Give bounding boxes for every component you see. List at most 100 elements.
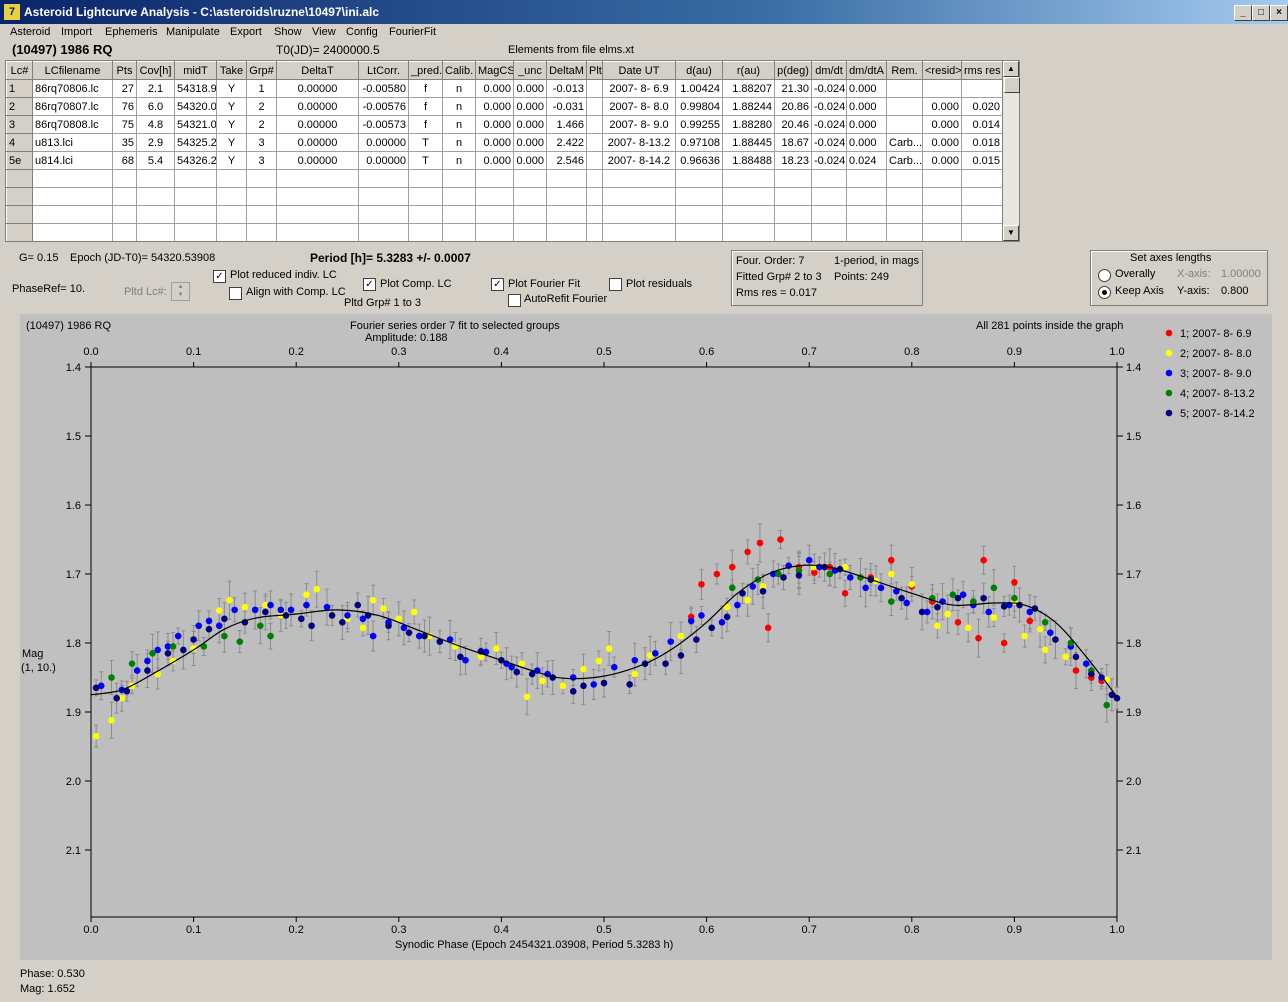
plot-area[interactable]	[90, 366, 1118, 918]
data-point[interactable]	[964, 624, 972, 632]
data-point[interactable]	[756, 539, 764, 547]
data-point[interactable]	[667, 638, 674, 645]
data-point[interactable]	[944, 610, 952, 618]
data-point[interactable]	[580, 682, 587, 690]
data-point[interactable]	[190, 636, 197, 643]
data-point[interactable]	[251, 606, 259, 614]
data-point[interactable]	[918, 608, 926, 616]
data-point[interactable]	[954, 594, 962, 602]
data-point[interactable]	[359, 624, 367, 632]
data-point[interactable]	[1103, 701, 1111, 709]
data-point[interactable]	[610, 663, 618, 671]
data-point[interactable]	[693, 636, 700, 643]
data-point[interactable]	[626, 681, 633, 688]
data-point[interactable]	[1088, 670, 1095, 678]
data-point[interactable]	[698, 581, 705, 588]
data-point[interactable]	[1026, 617, 1034, 625]
data-point[interactable]	[303, 591, 310, 598]
data-point[interactable]	[595, 657, 603, 665]
data-point[interactable]	[652, 650, 659, 657]
data-point[interactable]	[631, 656, 639, 664]
data-point[interactable]	[718, 619, 726, 626]
data-point[interactable]	[205, 625, 213, 633]
data-point[interactable]	[144, 657, 151, 665]
data-point[interactable]	[887, 570, 895, 578]
data-point[interactable]	[687, 617, 695, 625]
data-point[interactable]	[339, 619, 346, 626]
data-point[interactable]	[354, 601, 362, 609]
data-point[interactable]	[1072, 667, 1080, 674]
data-point[interactable]	[226, 596, 233, 604]
data-point[interactable]	[328, 612, 336, 619]
data-point[interactable]	[539, 677, 546, 685]
data-point[interactable]	[887, 598, 895, 605]
data-point[interactable]	[744, 596, 751, 604]
data-point[interactable]	[108, 674, 115, 681]
data-point[interactable]	[513, 668, 521, 676]
data-point[interactable]	[662, 660, 669, 667]
data-point[interactable]	[205, 617, 213, 625]
data-point[interactable]	[231, 606, 238, 614]
data-point[interactable]	[457, 653, 464, 661]
data-point[interactable]	[826, 570, 834, 578]
data-point[interactable]	[241, 603, 249, 611]
data-point[interactable]	[277, 606, 285, 614]
data-point[interactable]	[600, 679, 608, 687]
data-point[interactable]	[759, 587, 767, 595]
data-point[interactable]	[369, 596, 377, 604]
data-point[interactable]	[1052, 636, 1059, 643]
data-point[interactable]	[215, 622, 223, 630]
data-point[interactable]	[975, 634, 982, 642]
data-point[interactable]	[174, 632, 182, 640]
data-point[interactable]	[1021, 632, 1028, 640]
data-point[interactable]	[908, 581, 916, 588]
data-point[interactable]	[308, 622, 315, 630]
data-point[interactable]	[862, 584, 869, 592]
data-point[interactable]	[744, 548, 751, 556]
data-point[interactable]	[980, 594, 987, 602]
data-point[interactable]	[262, 608, 269, 616]
data-point[interactable]	[764, 624, 772, 632]
data-point[interactable]	[1062, 653, 1069, 661]
data-point[interactable]	[580, 665, 587, 673]
data-point[interactable]	[267, 601, 274, 609]
data-point[interactable]	[903, 599, 910, 607]
data-point[interactable]	[1036, 625, 1044, 633]
data-point[interactable]	[313, 585, 321, 593]
data-point[interactable]	[1041, 619, 1049, 626]
data-point[interactable]	[133, 667, 141, 674]
data-point[interactable]	[569, 674, 577, 681]
data-point[interactable]	[92, 732, 100, 740]
data-point[interactable]	[846, 574, 854, 581]
data-point[interactable]	[1016, 601, 1023, 609]
data-point[interactable]	[728, 563, 736, 571]
data-point[interactable]	[128, 660, 136, 667]
data-point[interactable]	[169, 643, 177, 650]
data-point[interactable]	[569, 688, 577, 695]
data-point[interactable]	[898, 594, 905, 602]
data-point[interactable]	[1082, 660, 1090, 667]
data-point[interactable]	[144, 667, 151, 674]
data-point[interactable]	[728, 584, 736, 592]
data-point[interactable]	[980, 556, 987, 564]
data-point[interactable]	[1047, 629, 1054, 636]
data-point[interactable]	[1011, 578, 1018, 586]
data-point[interactable]	[1000, 603, 1008, 610]
data-point[interactable]	[215, 607, 223, 614]
data-point[interactable]	[713, 570, 721, 578]
data-point[interactable]	[236, 638, 244, 645]
data-point[interactable]	[195, 622, 203, 630]
data-point[interactable]	[1041, 646, 1049, 654]
data-point[interactable]	[934, 622, 941, 630]
data-point[interactable]	[344, 612, 351, 619]
data-point[interactable]	[795, 572, 803, 579]
data-point[interactable]	[990, 584, 998, 592]
data-point[interactable]	[149, 650, 156, 657]
data-point[interactable]	[380, 605, 387, 612]
data-point[interactable]	[369, 632, 377, 640]
data-point[interactable]	[934, 603, 941, 611]
data-point[interactable]	[677, 632, 685, 640]
data-point[interactable]	[698, 612, 705, 619]
data-point[interactable]	[877, 584, 885, 592]
data-point[interactable]	[180, 646, 187, 654]
